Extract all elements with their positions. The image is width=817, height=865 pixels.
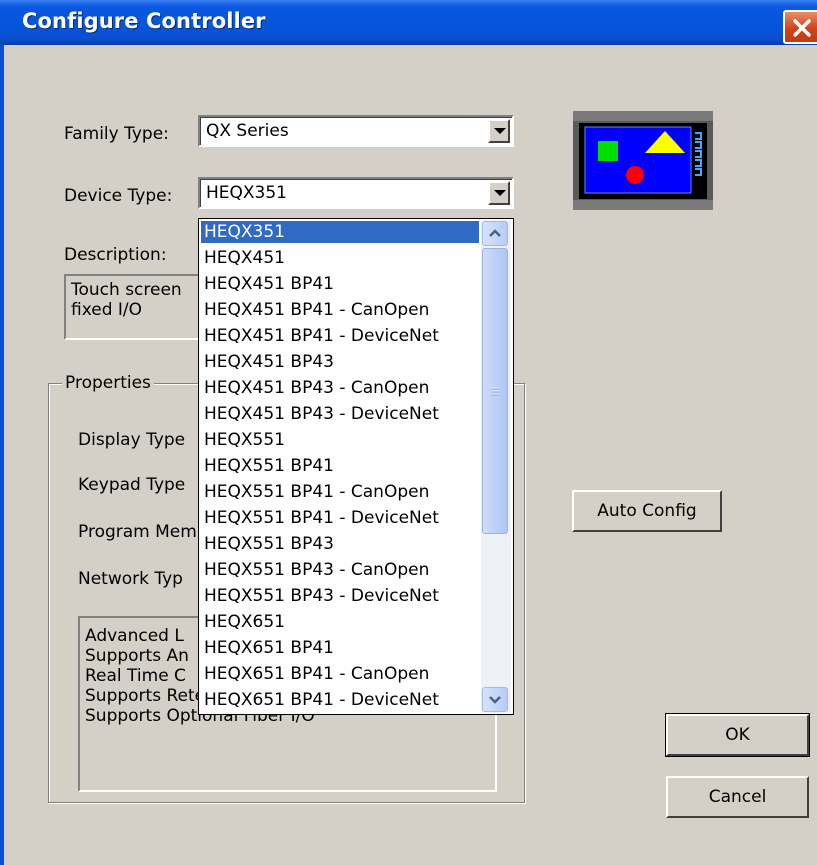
- device-option[interactable]: HEQX451 BP43: [201, 351, 479, 373]
- scroll-down-icon: [489, 696, 501, 704]
- device-type-combobox[interactable]: HEQX351: [198, 177, 514, 209]
- device-option[interactable]: HEQX451: [201, 247, 479, 269]
- device-option[interactable]: HEQX651 BP41 - CanOpen: [201, 663, 479, 685]
- feature-item: Advanced L: [85, 626, 184, 646]
- device-type-label: Device Type:: [64, 186, 173, 206]
- cancel-button[interactable]: Cancel: [666, 776, 809, 818]
- grip-icon: [491, 387, 499, 396]
- device-option[interactable]: HEQX451 BP41: [201, 273, 479, 295]
- device-option[interactable]: HEQX351: [201, 221, 479, 243]
- scroll-down-button[interactable]: [482, 687, 508, 712]
- window-border: [0, 45, 4, 865]
- network-type-label: Network Typ: [78, 569, 183, 589]
- description-label: Description:: [64, 245, 167, 265]
- dropdown-scrollbar[interactable]: [481, 220, 511, 713]
- chevron-down-icon[interactable]: [488, 181, 510, 205]
- device-icon: [573, 111, 713, 210]
- family-type-value: QX Series: [206, 121, 289, 141]
- description-line-2: fixed I/O: [71, 300, 143, 320]
- scroll-thumb[interactable]: [482, 248, 508, 534]
- device-option[interactable]: HEQX451 BP41 - DeviceNet: [201, 325, 479, 347]
- device-type-value: HEQX351: [206, 183, 287, 203]
- auto-config-button[interactable]: Auto Config: [572, 490, 722, 532]
- program-memory-label: Program Mem: [78, 522, 197, 542]
- device-option[interactable]: HEQX651 BP41 - DeviceNet: [201, 689, 479, 711]
- device-type-dropdown-list[interactable]: HEQX351 HEQX451 HEQX451 BP41 HEQX451 BP41 -…: [198, 218, 514, 715]
- title-bar[interactable]: Configure Controller: [0, 0, 817, 45]
- device-option[interactable]: HEQX551 BP43 - DeviceNet: [201, 585, 479, 607]
- ok-button[interactable]: OK: [665, 713, 810, 757]
- scroll-up-button[interactable]: [482, 221, 508, 246]
- properties-group-label: Properties: [62, 373, 154, 393]
- feature-item: Real Time C: [85, 666, 186, 686]
- keypad-type-label: Keypad Type: [78, 475, 186, 495]
- device-option[interactable]: HEQX551 BP41: [201, 455, 479, 477]
- family-type-label: Family Type:: [64, 124, 169, 144]
- device-option[interactable]: HEQX551 BP43 - CanOpen: [201, 559, 479, 581]
- device-option[interactable]: HEQX451 BP43 - DeviceNet: [201, 403, 479, 425]
- device-option[interactable]: HEQX451 BP43 - CanOpen: [201, 377, 479, 399]
- description-line-1: Touch screen: [71, 280, 182, 300]
- close-button[interactable]: [783, 10, 817, 44]
- device-option[interactable]: HEQX451 BP41 - CanOpen: [201, 299, 479, 321]
- device-option[interactable]: HEQX551 BP41 - DeviceNet: [201, 507, 479, 529]
- display-type-label: Display Type: [78, 430, 186, 450]
- feature-item: Supports An: [85, 646, 189, 666]
- device-option[interactable]: HEQX651: [201, 611, 479, 633]
- device-option[interactable]: HEQX551 BP43: [201, 533, 479, 555]
- device-option[interactable]: HEQX651 BP41: [201, 637, 479, 659]
- window-title: Configure Controller: [22, 9, 266, 33]
- device-option[interactable]: HEQX551 BP41 - CanOpen: [201, 481, 479, 503]
- family-type-combobox[interactable]: QX Series: [198, 115, 514, 147]
- close-icon: [793, 19, 811, 37]
- chevron-down-icon[interactable]: [488, 119, 510, 143]
- scroll-up-icon: [489, 229, 501, 237]
- device-option[interactable]: HEQX551: [201, 429, 479, 451]
